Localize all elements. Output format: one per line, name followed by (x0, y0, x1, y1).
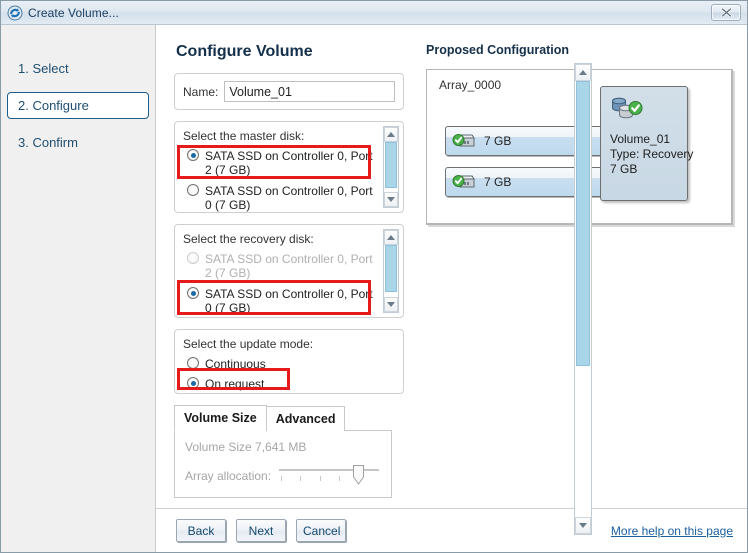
disk-ok-icon (452, 130, 476, 153)
scroll-track[interactable] (384, 245, 398, 297)
scroll-up-icon[interactable] (384, 127, 398, 142)
tab-volume-size[interactable]: Volume Size (174, 405, 267, 431)
recovery-disk-group: Select the recovery disk: SATA SSD on Co… (174, 224, 404, 318)
recovery-disk-scrollbar[interactable] (383, 229, 399, 313)
update-mode-label: Select the update mode: (183, 337, 314, 351)
master-disk-option-port2[interactable]: SATA SSD on Controller 0, Port 2 (7 GB) (175, 147, 403, 178)
name-label: Name: (183, 84, 219, 99)
scroll-track[interactable] (384, 142, 398, 192)
create-volume-window: Create Volume... 1. Select 2. Configure … (0, 0, 748, 553)
option-label: SATA SSD on Controller 0, Port 0 (7 GB) (205, 287, 373, 315)
array-allocation-label: Array allocation: (185, 469, 272, 483)
wizard-sidebar: 1. Select 2. Configure 3. Confirm (1, 25, 156, 552)
volume-name-label: Volume_01 (610, 132, 671, 146)
window-title: Create Volume... (28, 5, 119, 20)
close-icon[interactable] (711, 4, 741, 21)
page-title: Configure Volume (176, 43, 313, 60)
disk-size-label: 7 GB (484, 175, 512, 189)
scroll-track[interactable] (575, 81, 591, 517)
volume-name-input[interactable] (224, 81, 396, 102)
footer-bar: Back Next Cancel More help on this page (156, 508, 747, 552)
radio-icon[interactable] (187, 184, 199, 196)
scroll-up-icon[interactable] (384, 230, 398, 245)
more-help-link[interactable]: More help on this page (611, 524, 733, 538)
title-bar: Create Volume... (1, 1, 747, 25)
proposed-configuration-title: Proposed Configuration (426, 43, 570, 57)
name-group: Name: (174, 73, 404, 110)
configure-pane-scrollbar[interactable] (574, 63, 592, 535)
master-disk-option-port0[interactable]: SATA SSD on Controller 0, Port 0 (7 GB) (175, 182, 403, 213)
volume-size-readout: Volume Size 7,641 MB (185, 440, 307, 454)
option-label: SATA SSD on Controller 0, Port 2 (7 GB) (205, 149, 373, 177)
radio-icon (187, 252, 199, 264)
disk-ok-icon (452, 171, 476, 194)
scroll-thumb[interactable] (385, 142, 397, 188)
scroll-down-icon[interactable] (575, 517, 591, 534)
disk-size-label: 7 GB (484, 134, 512, 148)
volume-size-label: 7 GB (610, 162, 638, 176)
radio-icon[interactable] (187, 149, 199, 161)
panels: Configure Volume Name: Select the master… (156, 25, 747, 535)
option-label: Continuous (205, 357, 266, 371)
volume-size-tabs: Volume Size Advanced Volume Size 7,641 M… (174, 405, 404, 498)
array-allocation-slider[interactable] (279, 465, 381, 487)
tab-advanced[interactable]: Advanced (265, 406, 346, 431)
volume-card[interactable]: Volume_01 Type: Recovery 7 GB (600, 86, 694, 201)
master-disk-group: Select the master disk: SATA SSD on Cont… (174, 121, 404, 213)
update-mode-group: Select the update mode: Continuous On re… (174, 329, 404, 394)
update-mode-option-continuous[interactable]: Continuous (175, 355, 403, 372)
tabstrip: Volume Size Advanced (174, 405, 404, 431)
sidebar-item-configure[interactable]: 2. Configure (7, 92, 149, 119)
scroll-down-icon[interactable] (384, 192, 398, 207)
radio-icon[interactable] (187, 377, 199, 389)
sidebar-item-confirm[interactable]: 3. Confirm (7, 129, 149, 156)
radio-icon[interactable] (187, 357, 199, 369)
scroll-down-icon[interactable] (384, 297, 398, 312)
back-button[interactable]: Back (176, 519, 226, 542)
recovery-disk-option-port2: SATA SSD on Controller 0, Port 2 (7 GB) (175, 250, 403, 281)
configure-pane: Configure Volume Name: Select the master… (156, 25, 404, 508)
volume-type-label: Type: Recovery (610, 147, 694, 161)
slider-thumb[interactable] (353, 465, 365, 485)
volume-size-panel: Volume Size 7,641 MB Array allocation: (174, 430, 392, 498)
cancel-button[interactable]: Cancel (296, 519, 346, 542)
scroll-thumb[interactable] (576, 81, 590, 366)
volume-ok-icon (610, 95, 687, 126)
recovery-disk-label: Select the recovery disk: (183, 232, 314, 246)
master-disk-label: Select the master disk: (183, 129, 305, 143)
next-button[interactable]: Next (236, 519, 286, 542)
main-area: Configure Volume Name: Select the master… (156, 25, 747, 552)
create-volume-icon (7, 5, 23, 21)
option-label: On request (205, 377, 265, 391)
array-allocation-row: Array allocation: (185, 465, 381, 487)
recovery-disk-option-port0[interactable]: SATA SSD on Controller 0, Port 0 (7 GB) (175, 285, 403, 316)
sidebar-item-select[interactable]: 1. Select (7, 55, 149, 82)
option-label: SATA SSD on Controller 0, Port 0 (7 GB) (205, 184, 373, 212)
option-label: SATA SSD on Controller 0, Port 2 (7 GB) (205, 252, 373, 280)
master-disk-scrollbar[interactable] (383, 126, 399, 208)
update-mode-option-on-request[interactable]: On request (175, 375, 403, 392)
scroll-thumb[interactable] (385, 245, 397, 292)
window-body: 1. Select 2. Configure 3. Confirm Config… (1, 25, 747, 552)
radio-icon[interactable] (187, 287, 199, 299)
scroll-up-icon[interactable] (575, 64, 591, 81)
